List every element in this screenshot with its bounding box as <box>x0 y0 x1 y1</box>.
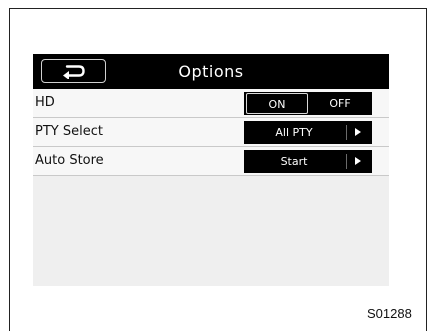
auto-store-label: Auto Store <box>35 153 104 168</box>
auto-store-start-button[interactable]: Start <box>244 150 372 173</box>
pty-select-row: PTY Select All PTY <box>33 118 389 147</box>
title-bar: Options <box>33 54 389 89</box>
options-screen: Options HD ON OFF PTY Select All PTY Aut… <box>33 54 389 286</box>
figure-code: S01288 <box>367 306 412 321</box>
pty-select-label: PTY Select <box>35 124 103 139</box>
hd-off-button[interactable]: OFF <box>310 93 370 114</box>
auto-store-row: Auto Store Start <box>33 147 389 176</box>
triangle-right-icon <box>355 128 361 136</box>
hd-on-button[interactable]: ON <box>246 93 308 114</box>
pty-select-button[interactable]: All PTY <box>244 121 372 144</box>
divider <box>346 154 347 169</box>
triangle-right-icon <box>355 157 361 165</box>
pty-select-value: All PTY <box>275 126 313 139</box>
auto-store-value: Start <box>280 155 308 168</box>
back-button[interactable] <box>41 59 106 83</box>
hd-toggle: ON OFF <box>244 92 372 115</box>
return-arrow-icon <box>62 65 85 79</box>
hd-label: HD <box>35 95 55 110</box>
hd-row: HD ON OFF <box>33 89 389 118</box>
divider <box>346 125 347 140</box>
